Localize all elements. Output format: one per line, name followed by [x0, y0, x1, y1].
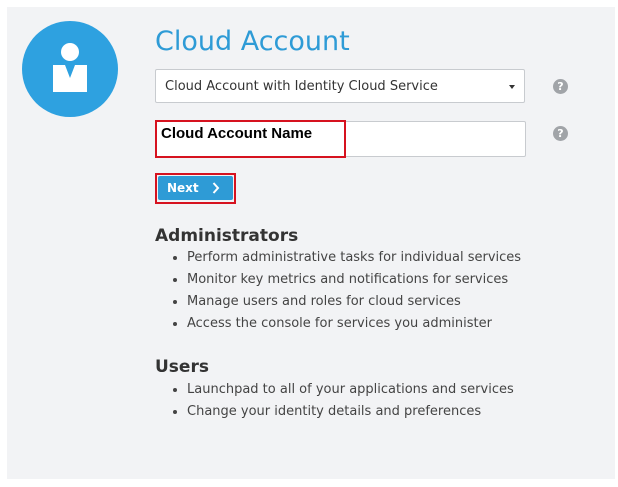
bullet-icon [173, 256, 177, 260]
list-item-text: Access the console for services you admi… [187, 316, 492, 331]
administrators-list: Perform administrative tasks for individ… [155, 247, 521, 335]
list-item: Perform administrative tasks for individ… [155, 247, 521, 269]
list-item-text: Monitor key metrics and notifications fo… [187, 272, 509, 287]
account-type-select[interactable]: Cloud Account with Identity Cloud Servic… [155, 69, 525, 103]
users-list: Launchpad to all of your applications an… [155, 379, 514, 423]
next-button[interactable]: Next [158, 176, 233, 200]
users-heading: Users [155, 357, 209, 377]
list-item-text: Manage users and roles for cloud service… [187, 294, 461, 309]
next-button-label: Next [167, 181, 199, 195]
page-title: Cloud Account [155, 26, 350, 57]
list-item: Access the console for services you admi… [155, 313, 521, 335]
user-avatar-icon [22, 21, 118, 117]
list-item: Change your identity details and prefere… [155, 401, 514, 423]
bullet-icon [173, 388, 177, 392]
list-item-text: Perform administrative tasks for individ… [187, 250, 522, 265]
list-item-text: Launchpad to all of your applications an… [187, 382, 514, 397]
account-name-value: Cloud Account Name [161, 125, 313, 142]
bullet-icon [173, 300, 177, 304]
bullet-icon [173, 278, 177, 282]
chevron-right-icon [212, 182, 220, 194]
administrators-heading: Administrators [155, 226, 299, 246]
account-type-selected-value: Cloud Account with Identity Cloud Servic… [165, 79, 438, 94]
bullet-icon [173, 410, 177, 414]
help-icon[interactable]: ? [553, 126, 568, 141]
list-item-text: Change your identity details and prefere… [187, 404, 482, 419]
help-icon[interactable]: ? [553, 79, 568, 94]
list-item: Monitor key metrics and notifications fo… [155, 269, 521, 291]
list-item: Manage users and roles for cloud service… [155, 291, 521, 313]
list-item: Launchpad to all of your applications an… [155, 379, 514, 401]
bullet-icon [173, 322, 177, 326]
chevron-down-icon [509, 85, 515, 89]
